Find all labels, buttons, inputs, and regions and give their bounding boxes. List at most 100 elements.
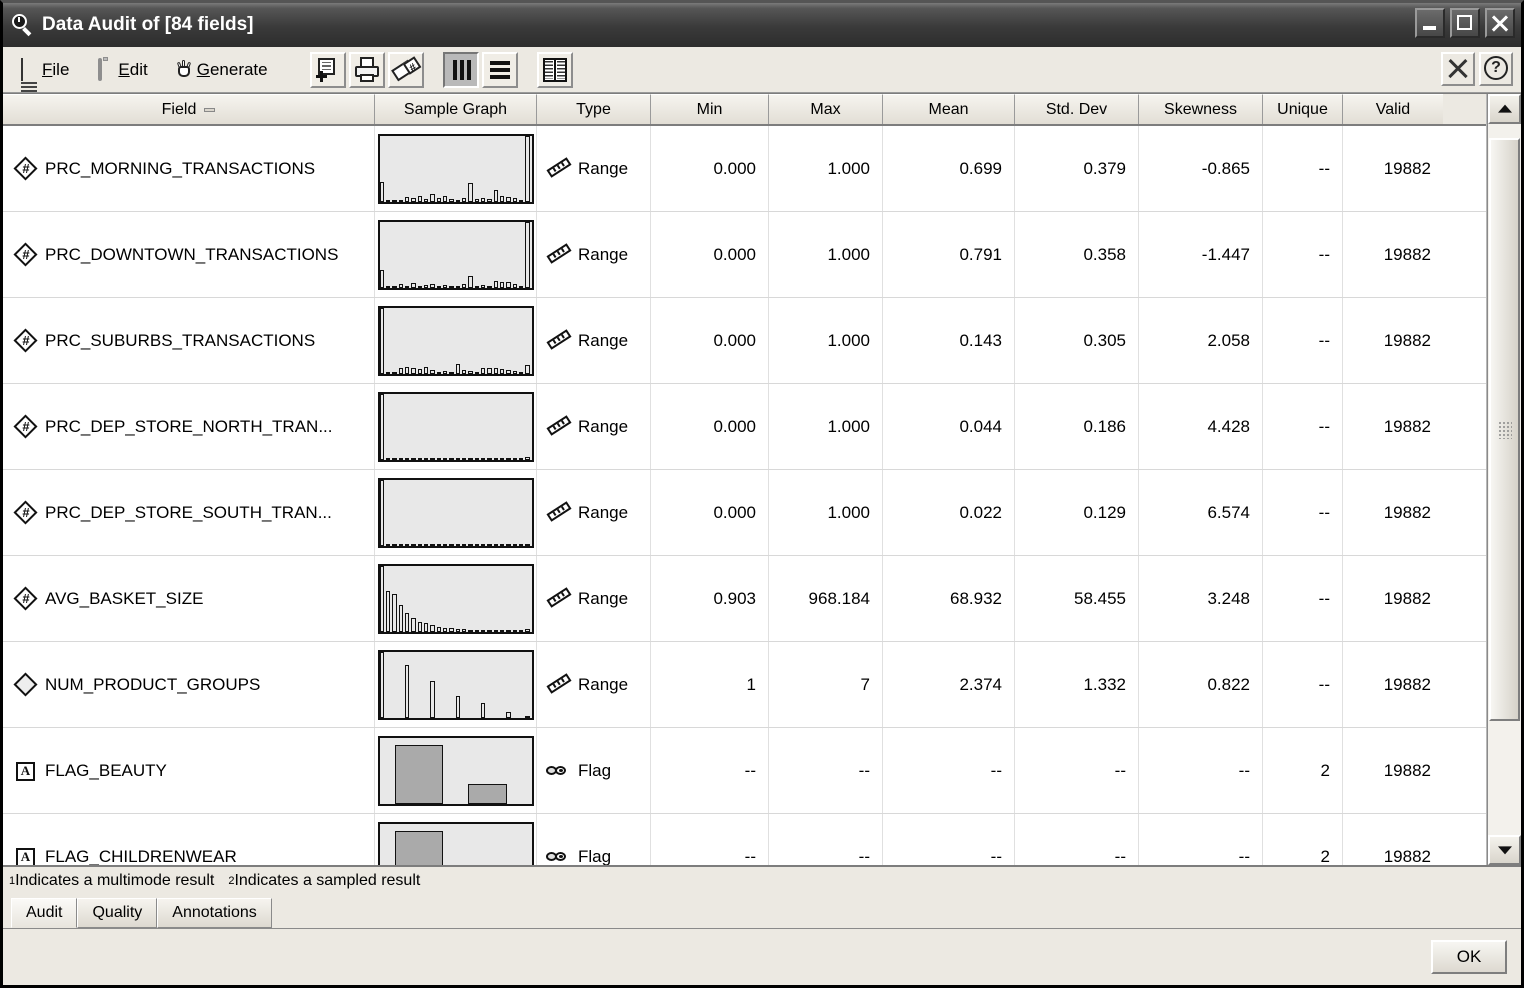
ruler-icon — [545, 672, 573, 697]
table-row[interactable]: NUM_PRODUCT_GROUPS Range 1 7 2.374 1.332 0.822… — [3, 642, 1486, 728]
histogram-bar — [417, 196, 423, 202]
cell-mean: 2.374 — [883, 642, 1015, 727]
histogram-bar — [518, 285, 524, 288]
histogram-bar — [468, 629, 473, 632]
table-view-button[interactable] — [536, 51, 573, 88]
vertical-bars-icon — [452, 59, 457, 80]
histogram-bar — [385, 285, 391, 288]
histogram-bar — [455, 457, 461, 460]
bar-view-button[interactable] — [442, 51, 479, 88]
export-graph-button[interactable] — [309, 51, 346, 88]
scrollbar-track[interactable] — [1488, 124, 1521, 835]
maximize-button[interactable] — [1450, 8, 1480, 38]
histogram-bar — [474, 543, 480, 546]
close-view-button[interactable] — [1441, 52, 1475, 86]
histogram-bar — [404, 664, 410, 718]
menu-generate[interactable]: Generate — [174, 59, 268, 80]
histogram-bar — [493, 368, 499, 374]
histogram-bar — [468, 543, 473, 546]
histogram-bar — [442, 370, 448, 374]
histogram-bar — [512, 457, 518, 460]
continuous-diamond-hash-icon: # — [13, 413, 39, 440]
histogram-bar — [525, 456, 530, 460]
histogram-bar — [474, 457, 480, 460]
table-row[interactable]: # PRC_MORNING_TRANSACTIONS Range 0.000 1.000… — [3, 126, 1486, 212]
window-controls — [1415, 8, 1515, 38]
column-header-sample-graph[interactable]: Sample Graph — [375, 94, 537, 124]
cell-min: 0.000 — [651, 298, 769, 383]
histogram-bar — [512, 198, 518, 202]
continuous-diamond-hash-icon: # — [13, 327, 39, 354]
list-view-button[interactable] — [481, 51, 518, 88]
table-row[interactable]: A FLAG_CHILDRENWEAR Flag -- -- -- -- -- 2 19882 — [3, 814, 1486, 865]
histogram-bar — [455, 199, 461, 202]
table-row[interactable]: # AVG_BASKET_SIZE Range 0.903 968.184 68.932 5… — [3, 556, 1486, 642]
footnote-text-1: Indicates a multimode result — [15, 872, 215, 889]
histogram-bar — [385, 199, 391, 202]
cell-sample-graph — [375, 126, 537, 211]
tag-field-button[interactable]: # — [387, 51, 424, 88]
dialog-footer: OK — [3, 929, 1521, 985]
minimize-button[interactable] — [1415, 8, 1445, 38]
sample-histogram — [377, 735, 534, 806]
menu-edit[interactable]: Edit — [95, 57, 148, 81]
histogram-bar — [404, 457, 410, 460]
cell-unique: -- — [1263, 470, 1343, 555]
document-icon — [19, 57, 39, 118]
histogram-bar — [417, 543, 423, 546]
table-row[interactable]: # PRC_SUBURBS_TRANSACTIONS Range 0.000 1.000… — [3, 298, 1486, 384]
column-header-type[interactable]: Type — [537, 94, 651, 124]
histogram-bar — [499, 368, 505, 374]
table-header-row: Field Sample Graph Type Min Max Mean Std… — [3, 94, 1486, 126]
tab-annotations[interactable]: Annotations — [157, 898, 272, 928]
cell-skewness: -- — [1139, 728, 1263, 813]
cell-skewness: 0.822 — [1139, 642, 1263, 727]
close-button[interactable] — [1485, 8, 1515, 38]
cell-sample-graph — [375, 556, 537, 641]
field-name: NUM_PRODUCT_GROUPS — [45, 674, 261, 694]
column-header-skewness[interactable]: Skewness — [1139, 94, 1263, 124]
scroll-down-button[interactable] — [1488, 835, 1521, 865]
toolbar-table-group — [536, 51, 576, 88]
cell-min: 0.000 — [651, 126, 769, 211]
column-header-unique[interactable]: Unique — [1263, 94, 1343, 124]
column-header-mean[interactable]: Mean — [883, 94, 1015, 124]
cell-skewness: 2.058 — [1139, 298, 1263, 383]
histogram-bar — [525, 221, 530, 288]
histogram-bar — [430, 457, 435, 460]
table-row[interactable]: # PRC_DEP_STORE_SOUTH_TRAN... Range 0.000 1.… — [3, 470, 1486, 556]
scroll-up-button[interactable] — [1488, 94, 1521, 124]
table-row[interactable]: # PRC_DEP_STORE_NORTH_TRAN... Range 0.000 1.… — [3, 384, 1486, 470]
field-name: PRC_DOWNTOWN_TRANSACTIONS — [45, 244, 339, 264]
histogram-bar — [392, 593, 397, 632]
cell-min: -- — [651, 728, 769, 813]
column-header-min[interactable]: Min — [651, 94, 769, 124]
vertical-scrollbar[interactable] — [1487, 94, 1521, 865]
histogram-bar — [518, 199, 524, 202]
cell-field: # PRC_DEP_STORE_SOUTH_TRAN... — [3, 470, 375, 555]
scrollbar-thumb[interactable] — [1489, 138, 1520, 722]
continuous-diamond-hash-icon: # — [13, 499, 39, 526]
column-header-std-dev[interactable]: Std. Dev — [1015, 94, 1139, 124]
cell-valid: 19882 — [1383, 416, 1431, 436]
table-row[interactable]: # PRC_DOWNTOWN_TRANSACTIONS Range 0.000 1.00… — [3, 212, 1486, 298]
tab-audit[interactable]: Audit — [11, 898, 78, 928]
print-button[interactable] — [348, 51, 385, 88]
column-header-max[interactable]: Max — [769, 94, 883, 124]
ok-button[interactable]: OK — [1431, 940, 1507, 974]
tab-quality[interactable]: Quality — [77, 898, 158, 928]
histogram-bar — [430, 369, 435, 374]
histogram-bar — [480, 284, 486, 288]
column-header-field[interactable]: Field — [3, 94, 375, 124]
menu-file[interactable]: File — [19, 57, 69, 118]
histogram-bar — [379, 479, 385, 546]
flag-radio-icon — [545, 759, 573, 783]
histogram-bar — [518, 629, 524, 632]
table-row[interactable]: A FLAG_BEAUTY Flag -- -- -- -- -- 2 19882 — [3, 728, 1486, 814]
histogram-bar — [423, 622, 429, 632]
help-button[interactable]: ? — [1479, 52, 1513, 86]
histogram-bar — [379, 270, 385, 288]
histogram-bar — [398, 284, 404, 288]
column-header-valid[interactable]: Valid — [1343, 94, 1443, 124]
histogram-bar — [487, 285, 492, 288]
